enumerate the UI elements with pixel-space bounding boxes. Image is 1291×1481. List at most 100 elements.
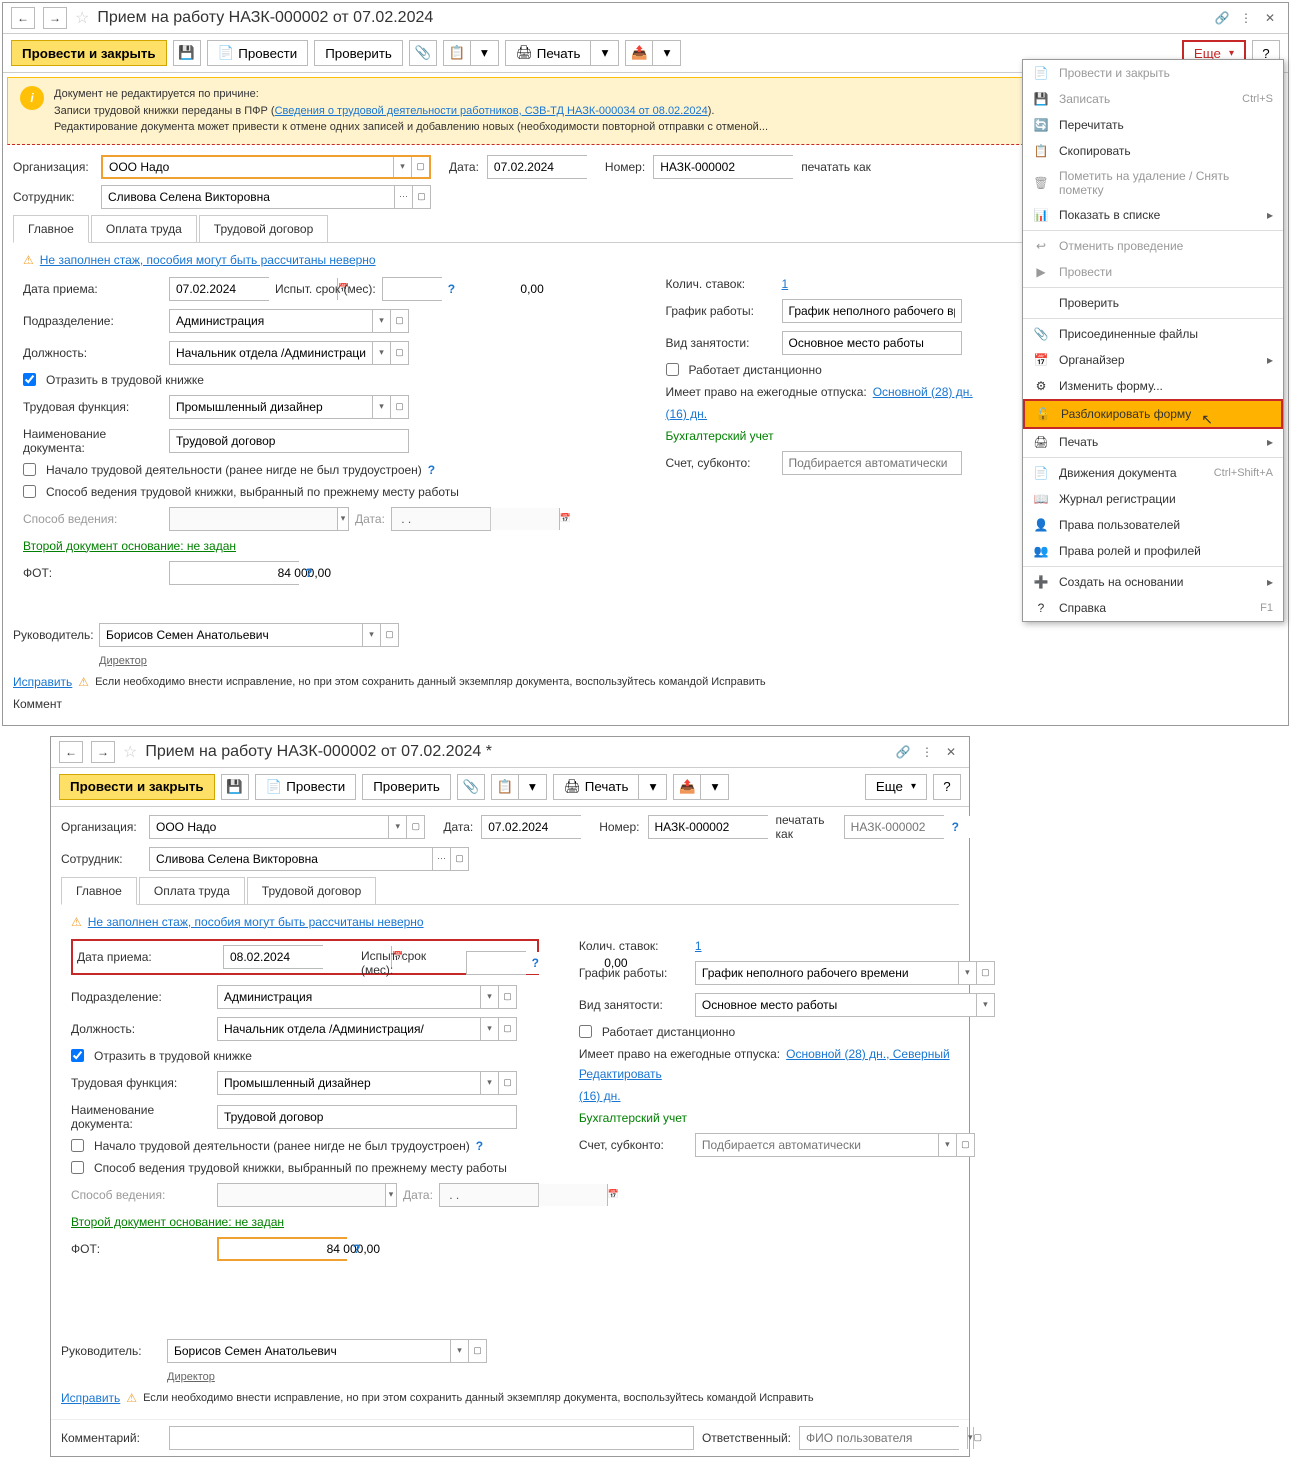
- print-as-input[interactable]: [844, 815, 944, 839]
- print-dropdown[interactable]: ▾: [591, 40, 619, 66]
- pfr-link[interactable]: Сведения о трудовой деятельности работни…: [275, 105, 708, 117]
- book-method-checkbox[interactable]: [23, 485, 36, 498]
- post-close-button[interactable]: Провести и закрыть: [59, 774, 215, 800]
- tab-main[interactable]: Главное: [13, 215, 89, 243]
- hire-date-input[interactable]: 📅: [223, 945, 323, 969]
- tab-contract[interactable]: Трудовой договор: [199, 215, 328, 242]
- position-input[interactable]: ▾▢: [217, 1017, 517, 1041]
- check-button[interactable]: Проверить: [314, 40, 403, 66]
- org-open-icon[interactable]: ▢: [411, 157, 429, 177]
- doc-name-input[interactable]: [217, 1105, 517, 1129]
- employee-input[interactable]: ⋯▢: [149, 847, 469, 871]
- hire-date-input[interactable]: 📅: [169, 277, 269, 301]
- more-button[interactable]: Еще: [865, 774, 927, 800]
- export-button[interactable]: 📤: [625, 40, 653, 66]
- work-func-input[interactable]: ▾▢: [217, 1071, 517, 1095]
- back-button[interactable]: ←: [59, 741, 83, 763]
- rates-link[interactable]: 1: [782, 277, 789, 291]
- dept-input[interactable]: ▾▢: [217, 985, 517, 1009]
- save-button[interactable]: 💾: [173, 40, 201, 66]
- save-button[interactable]: 💾: [221, 774, 249, 800]
- trial-input[interactable]: [382, 277, 442, 301]
- menu-item[interactable]: 🔓 Разблокировать форму: [1023, 399, 1283, 429]
- menu-item[interactable]: 📎 Присоединенные файлы: [1023, 321, 1283, 347]
- work-func-input[interactable]: ▾▢: [169, 395, 409, 419]
- second-doc-link[interactable]: Второй документ основание: не задан: [71, 1215, 284, 1229]
- forward-button[interactable]: →: [91, 741, 115, 763]
- org-input[interactable]: ▾ ▢: [101, 155, 431, 179]
- link-icon[interactable]: 🔗: [1212, 8, 1232, 28]
- create-based-button[interactable]: 📋: [443, 40, 471, 66]
- fix-link[interactable]: Исправить: [61, 1391, 120, 1405]
- menu-item[interactable]: 👤 Права пользователей: [1023, 512, 1283, 538]
- menu-item[interactable]: ➕ Создать на основании ▸: [1023, 569, 1283, 595]
- menu-item[interactable]: 🔄 Перечитать: [1023, 112, 1283, 138]
- second-doc-link[interactable]: Второй документ основание: не задан: [23, 539, 236, 553]
- employee-input[interactable]: ⋯ ▢: [101, 185, 431, 209]
- menu-item[interactable]: 📊 Показать в списке ▸: [1023, 202, 1283, 228]
- menu-item[interactable]: 📋 Скопировать: [1023, 138, 1283, 164]
- post-button[interactable]: 📄Провести: [207, 40, 309, 66]
- reflect-book-checkbox[interactable]: [71, 1049, 84, 1062]
- tab-contract[interactable]: Трудовой договор: [247, 877, 376, 904]
- number-input[interactable]: [648, 815, 768, 839]
- tab-pay[interactable]: Оплата труда: [139, 877, 245, 904]
- doc-name-input[interactable]: [169, 429, 409, 453]
- menu-item[interactable]: 📖 Журнал регистрации: [1023, 486, 1283, 512]
- check-button[interactable]: Проверить: [362, 774, 451, 800]
- stage-warning-link[interactable]: Не заполнен стаж, пособия могут быть рас…: [88, 915, 424, 929]
- date-input[interactable]: 📅: [487, 155, 587, 179]
- post-close-button[interactable]: Провести и закрыть: [11, 40, 167, 66]
- back-button[interactable]: ←: [11, 7, 35, 29]
- remote-checkbox[interactable]: [666, 363, 679, 376]
- start-activity-checkbox[interactable]: [71, 1139, 84, 1152]
- position-input[interactable]: ▾▢: [169, 341, 409, 365]
- number-input[interactable]: [653, 155, 793, 179]
- tab-pay[interactable]: Оплата труда: [91, 215, 197, 242]
- tab-main[interactable]: Главное: [61, 877, 137, 905]
- org-input[interactable]: ▾▢: [149, 815, 425, 839]
- menu-item[interactable]: 📅 Органайзер ▸: [1023, 347, 1283, 373]
- employment-input[interactable]: ▾: [695, 993, 995, 1017]
- menu-item[interactable]: Проверить: [1023, 290, 1283, 316]
- attach-button[interactable]: 📎: [409, 40, 437, 66]
- account-input[interactable]: ▾▢: [695, 1133, 975, 1157]
- manager-pos-link[interactable]: Директор: [99, 655, 147, 667]
- close-icon[interactable]: ✕: [941, 742, 961, 762]
- manager-input[interactable]: ▾▢: [99, 623, 399, 647]
- export-dropdown[interactable]: ▾: [653, 40, 681, 66]
- employee-open-icon[interactable]: ▢: [412, 186, 430, 208]
- star-icon[interactable]: ☆: [123, 742, 137, 762]
- menu-item[interactable]: ? Справка F1: [1023, 595, 1283, 621]
- date-input[interactable]: 📅: [481, 815, 581, 839]
- stage-warning-link[interactable]: Не заполнен стаж, пособия могут быть рас…: [40, 253, 376, 267]
- book-method-checkbox[interactable]: [71, 1161, 84, 1174]
- menu-item[interactable]: ⚙ Изменить форму...: [1023, 373, 1283, 399]
- create-based-dropdown[interactable]: ▾: [471, 40, 499, 66]
- reflect-book-checkbox[interactable]: [23, 373, 36, 386]
- trial-input[interactable]: [466, 951, 526, 975]
- remote-checkbox[interactable]: [579, 1025, 592, 1038]
- forward-button[interactable]: →: [43, 7, 67, 29]
- attach-button[interactable]: 📎: [457, 774, 485, 800]
- account-input[interactable]: [782, 451, 962, 475]
- link-icon[interactable]: 🔗: [893, 742, 913, 762]
- help-button[interactable]: ?: [933, 774, 961, 800]
- star-icon[interactable]: ☆: [75, 8, 89, 28]
- employee-more-icon[interactable]: ⋯: [394, 186, 412, 208]
- schedule-input[interactable]: [782, 299, 962, 323]
- kebab-icon[interactable]: ⋮: [917, 742, 937, 762]
- responsible-input[interactable]: ▾▢: [799, 1426, 959, 1450]
- manager-input[interactable]: ▾▢: [167, 1339, 487, 1363]
- vacation-link[interactable]: Основной (28) дн.: [873, 385, 973, 399]
- print-button[interactable]: 🖨 Печать: [505, 40, 592, 66]
- employment-input[interactable]: [782, 331, 962, 355]
- org-dropdown-icon[interactable]: ▾: [393, 157, 411, 177]
- close-icon[interactable]: ✕: [1260, 8, 1280, 28]
- menu-item[interactable]: 📄 Движения документа Ctrl+Shift+A: [1023, 460, 1283, 486]
- dept-input[interactable]: ▾▢: [169, 309, 409, 333]
- start-activity-checkbox[interactable]: [23, 463, 36, 476]
- kebab-icon[interactable]: ⋮: [1236, 8, 1256, 28]
- menu-item[interactable]: 🖨 Печать ▸: [1023, 429, 1283, 455]
- menu-item[interactable]: 👥 Права ролей и профилей: [1023, 538, 1283, 564]
